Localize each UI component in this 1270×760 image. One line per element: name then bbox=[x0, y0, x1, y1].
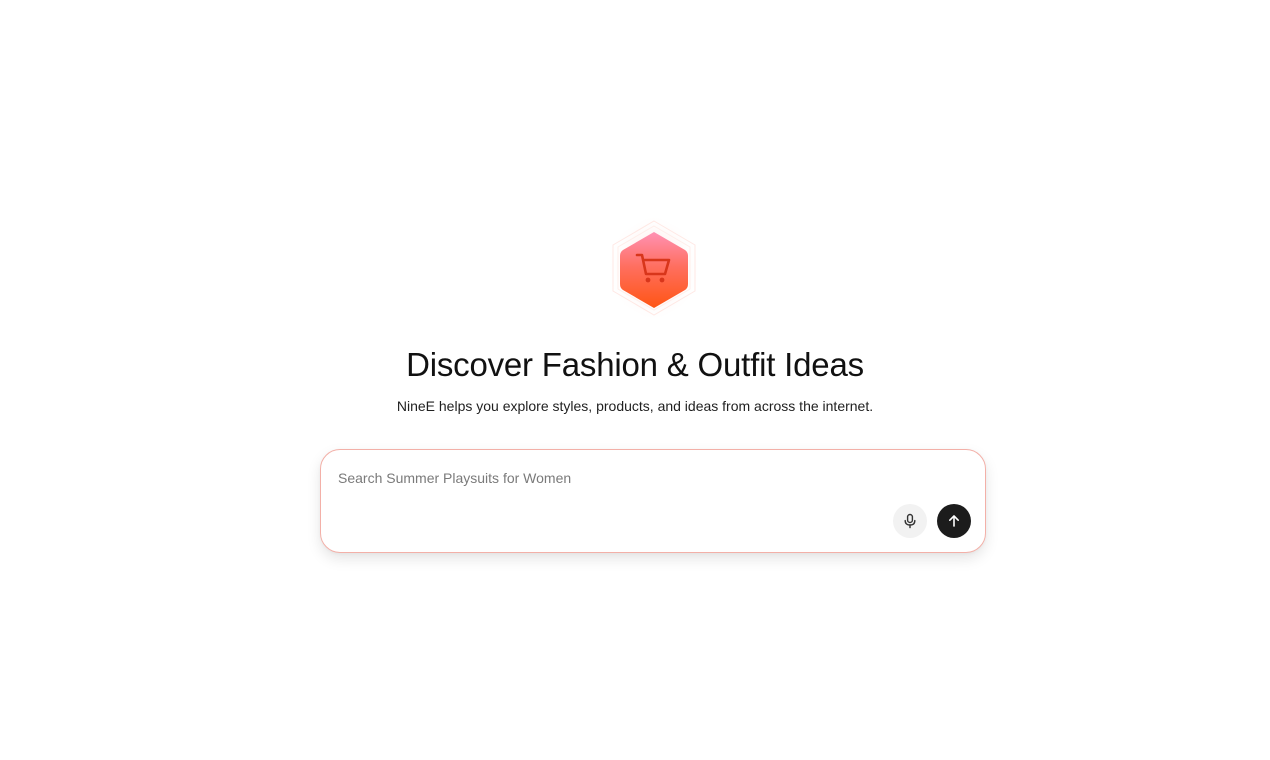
voice-input-button[interactable] bbox=[893, 504, 927, 538]
landing-page: Discover Fashion & Outfit Ideas NineE he… bbox=[0, 0, 1270, 760]
page-title: Discover Fashion & Outfit Ideas bbox=[406, 346, 864, 383]
submit-search-button[interactable] bbox=[937, 504, 971, 538]
page-subtitle: NineE helps you explore styles, products… bbox=[396, 398, 874, 414]
microphone-icon bbox=[902, 513, 918, 529]
arrow-up-icon bbox=[946, 513, 962, 529]
search-box bbox=[320, 449, 986, 553]
hexagon-logo-badge bbox=[607, 214, 701, 322]
app-logo bbox=[598, 212, 710, 324]
search-input[interactable] bbox=[338, 466, 878, 490]
